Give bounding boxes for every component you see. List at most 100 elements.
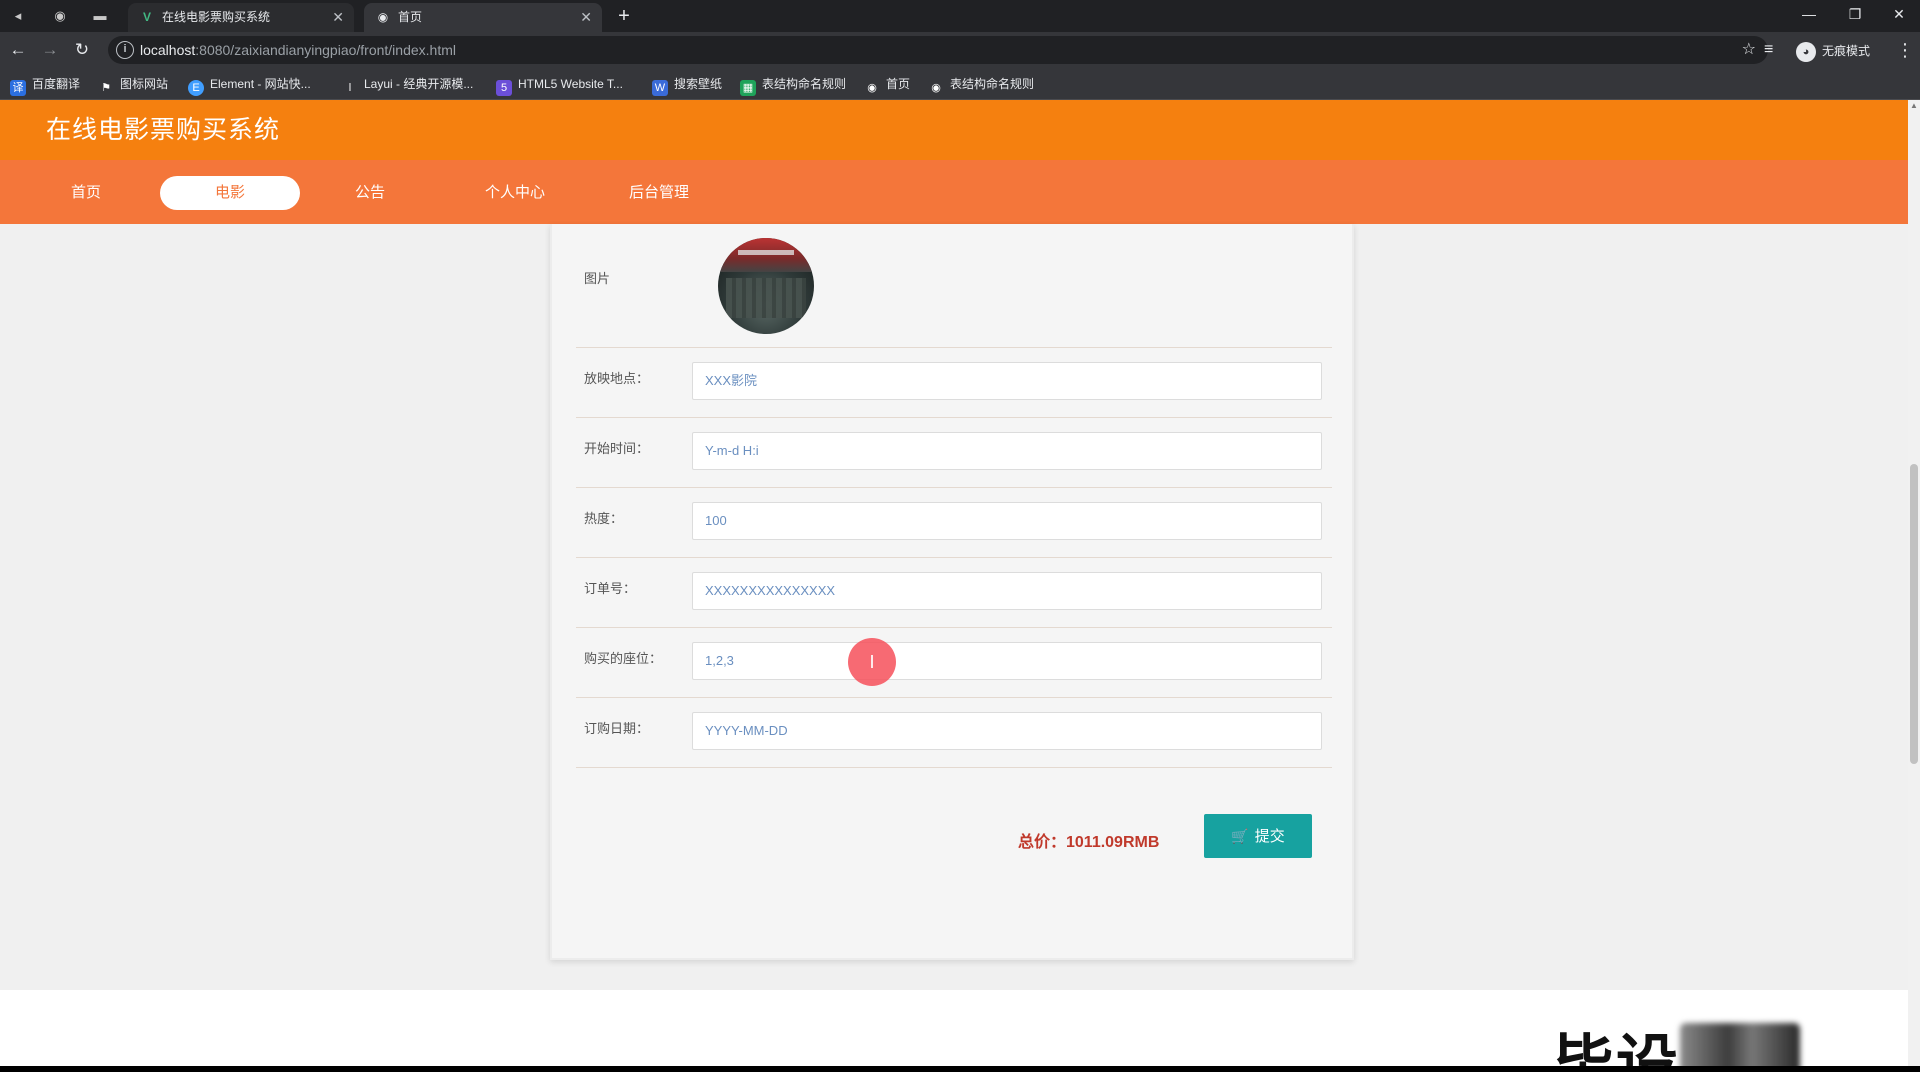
- address-bar: ← → ↻ i localhost:8080/zaixiandianyingpi…: [0, 32, 1920, 68]
- globe-icon: ◉: [864, 80, 880, 96]
- vue-icon: V: [142, 10, 151, 24]
- browser-tab-strip: ◂ ◉ ▬ V 在线电影票购买系统 ✕ ◉ 首页 ✕ + — ❐ ✕: [0, 0, 1920, 32]
- site-title: 在线电影票购买系统: [46, 116, 281, 144]
- nav-personal-center[interactable]: 个人中心: [470, 176, 560, 210]
- form-row-location: 放映地点： XXX影院: [576, 348, 1332, 418]
- form-row-popularity: 热度： 100: [576, 488, 1332, 558]
- field-label: 订购日期：: [584, 721, 650, 736]
- tab-title: 首页: [398, 10, 423, 24]
- flag-icon: ⚑: [98, 80, 114, 96]
- reload-icon[interactable]: ↻: [70, 38, 94, 62]
- order-form: 图片 放映地点： XXX影院 开始时间： Y-m-d H:i 热度： 100 订…: [550, 224, 1354, 960]
- blurred-region: [1680, 1023, 1801, 1066]
- incognito-indicator[interactable]: ◕ 无痕模式: [1796, 39, 1870, 63]
- bookmark-item[interactable]: E Element - 网站快...: [188, 68, 311, 100]
- globe-icon: ◉: [377, 10, 389, 24]
- start-time-input[interactable]: Y-m-d H:i: [692, 432, 1322, 470]
- bookmark-label: HTML5 Website T...: [518, 77, 623, 91]
- bookmark-label: 图标网站: [120, 77, 169, 91]
- picture-label: 图片: [584, 271, 611, 286]
- forward-icon[interactable]: →: [38, 38, 62, 62]
- bookmark-item[interactable]: 5 HTML5 Website T...: [496, 68, 623, 100]
- form-row-picture: 图片: [576, 224, 1332, 348]
- text-cursor-glyph: I: [869, 652, 875, 672]
- minimize-button[interactable]: —: [1786, 0, 1832, 30]
- popularity-input[interactable]: 100: [692, 502, 1322, 540]
- scrollbar-thumb[interactable]: [1910, 464, 1918, 764]
- layui-icon: l: [342, 80, 358, 96]
- browser-menu-icon[interactable]: ⋮: [1896, 38, 1914, 62]
- poster-city: [726, 278, 806, 318]
- movie-poster: [718, 238, 814, 334]
- wallpaper-icon: W: [652, 80, 668, 96]
- element-icon: E: [188, 80, 204, 96]
- field-label: 订单号：: [584, 581, 637, 596]
- order-date-input[interactable]: YYYY-MM-DD: [692, 712, 1322, 750]
- tab-title: 在线电影票购买系统: [162, 10, 271, 24]
- incognito-label: 无痕模式: [1822, 44, 1871, 58]
- submit-button[interactable]: 🛒 提交: [1204, 814, 1312, 858]
- bookmark-label: 表结构命名规则: [950, 77, 1035, 91]
- bookmark-label: 百度翻译: [32, 77, 81, 91]
- page-scrollbar[interactable]: ▲: [1908, 100, 1920, 1066]
- tab-search-icon[interactable]: ▬: [90, 6, 110, 26]
- form-row-seats: 购买的座位： 1,2,3: [576, 628, 1332, 698]
- nav-announcements[interactable]: 公告: [330, 176, 410, 210]
- window-close-button[interactable]: ✕: [1878, 0, 1920, 30]
- nav-home[interactable]: 首页: [46, 176, 126, 210]
- restore-button[interactable]: ❐: [1832, 0, 1878, 30]
- order-number-input[interactable]: XXXXXXXXXXXXXXX: [692, 572, 1322, 610]
- bookmark-label: Element - 网站快...: [210, 77, 311, 91]
- field-label: 购买的座位：: [584, 651, 663, 666]
- nav-admin[interactable]: 后台管理: [614, 176, 704, 210]
- bookmark-item[interactable]: W 搜索壁纸: [652, 68, 722, 100]
- audio-icon[interactable]: ◂: [8, 6, 28, 26]
- form-row-order-date: 订购日期： YYYY-MM-DD: [576, 698, 1332, 768]
- bookmark-star-icon[interactable]: ☆: [1742, 36, 1756, 64]
- form-row-order-number: 订单号： XXXXXXXXXXXXXXX: [576, 558, 1332, 628]
- bookmark-item[interactable]: ▦ 表结构命名规则: [740, 68, 846, 100]
- site-nav: 首页 电影 公告 个人中心 后台管理: [0, 160, 1908, 224]
- incognito-icon: ◕: [1796, 41, 1816, 62]
- new-tab-button[interactable]: +: [612, 3, 636, 29]
- html5-icon: 5: [496, 80, 512, 96]
- field-label: 放映地点：: [584, 371, 650, 386]
- poster-sky: [718, 238, 814, 272]
- site-header: 在线电影票购买系统: [0, 100, 1908, 160]
- seats-input[interactable]: 1,2,3: [692, 642, 1322, 680]
- url-host: localhost: [140, 42, 196, 58]
- page-viewport: 在线电影票购买系统 首页 电影 公告 个人中心 后台管理 图片 放映地点： XX…: [0, 100, 1908, 1066]
- watermark-text: 毕设: [1552, 1030, 1681, 1066]
- reading-list-icon[interactable]: ≡: [1764, 38, 1773, 62]
- poster-title-band: [738, 250, 794, 255]
- field-label: 开始时间：: [584, 441, 650, 456]
- url-field[interactable]: i localhost:8080/zaixiandianyingpiao/fro…: [108, 36, 1768, 64]
- location-input[interactable]: XXX影院: [692, 362, 1322, 400]
- bookmark-item[interactable]: ◉ 表结构命名规则: [928, 68, 1034, 100]
- close-icon[interactable]: ✕: [580, 3, 592, 32]
- cart-icon: 🛒: [1231, 828, 1249, 844]
- back-icon[interactable]: ←: [6, 38, 30, 62]
- url-path: :8080/zaixiandianyingpiao/front/index.ht…: [195, 42, 456, 58]
- total-price: 总价：1011.09RMB: [1018, 834, 1160, 851]
- scroll-up-arrow-icon[interactable]: ▲: [1908, 100, 1920, 112]
- bookmark-label: 首页: [886, 77, 911, 91]
- watermark: 毕设: [1552, 1020, 1801, 1066]
- bookmark-label: Layui - 经典开源模...: [364, 77, 474, 91]
- form-row-start-time: 开始时间： Y-m-d H:i: [576, 418, 1332, 488]
- close-icon[interactable]: ✕: [332, 3, 344, 32]
- bookmark-label: 表结构命名规则: [762, 77, 847, 91]
- globe-icon[interactable]: ◉: [50, 6, 70, 26]
- tab-home[interactable]: ◉ 首页 ✕: [364, 3, 602, 32]
- url-text[interactable]: localhost:8080/zaixiandianyingpiao/front…: [140, 36, 456, 64]
- bookmark-item[interactable]: ⚑ 图标网站: [98, 68, 168, 100]
- mouse-cursor-highlight: I: [848, 638, 896, 686]
- field-label: 热度：: [584, 511, 624, 526]
- bookmark-label: 搜索壁纸: [674, 77, 723, 91]
- tab-movie-system[interactable]: V 在线电影票购买系统 ✕: [128, 3, 354, 32]
- bookmark-item[interactable]: l Layui - 经典开源模...: [342, 68, 473, 100]
- bookmark-item[interactable]: 译百度翻译: [10, 68, 80, 100]
- nav-movies[interactable]: 电影: [160, 176, 300, 210]
- bookmark-item[interactable]: ◉ 首页: [864, 68, 910, 100]
- site-info-icon[interactable]: i: [116, 41, 134, 59]
